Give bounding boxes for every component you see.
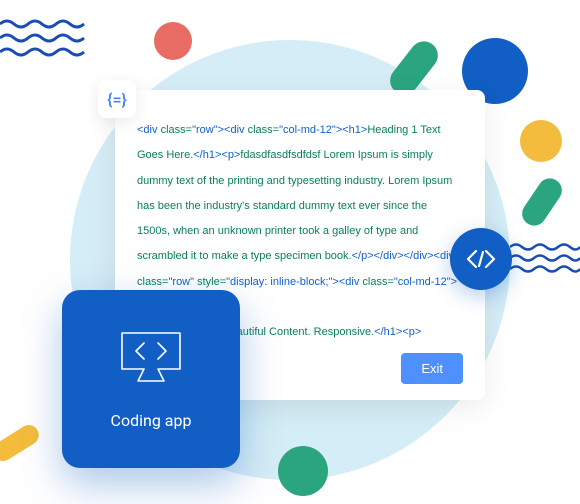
paragraph-text: fdasdfasdfsdfdsf Lorem Ipsum is simply d… bbox=[137, 149, 452, 262]
monitor-code-icon bbox=[116, 329, 186, 389]
circle-decoration-icon bbox=[154, 22, 192, 60]
pill-decoration-icon bbox=[518, 174, 567, 231]
code-fab-button[interactable] bbox=[450, 228, 512, 290]
exit-button[interactable]: Exit bbox=[401, 353, 463, 384]
circle-decoration-icon bbox=[520, 120, 562, 162]
pill-decoration-icon bbox=[0, 421, 43, 464]
code-brackets-icon bbox=[466, 249, 496, 269]
wavy-lines-icon bbox=[510, 242, 580, 274]
app-tile-label: Coding app bbox=[111, 411, 192, 430]
coding-app-tile[interactable]: Coding app bbox=[62, 290, 240, 468]
circle-decoration-icon bbox=[278, 446, 328, 496]
brace-badge-icon: {=} bbox=[98, 80, 136, 118]
wavy-lines-icon bbox=[0, 18, 90, 60]
